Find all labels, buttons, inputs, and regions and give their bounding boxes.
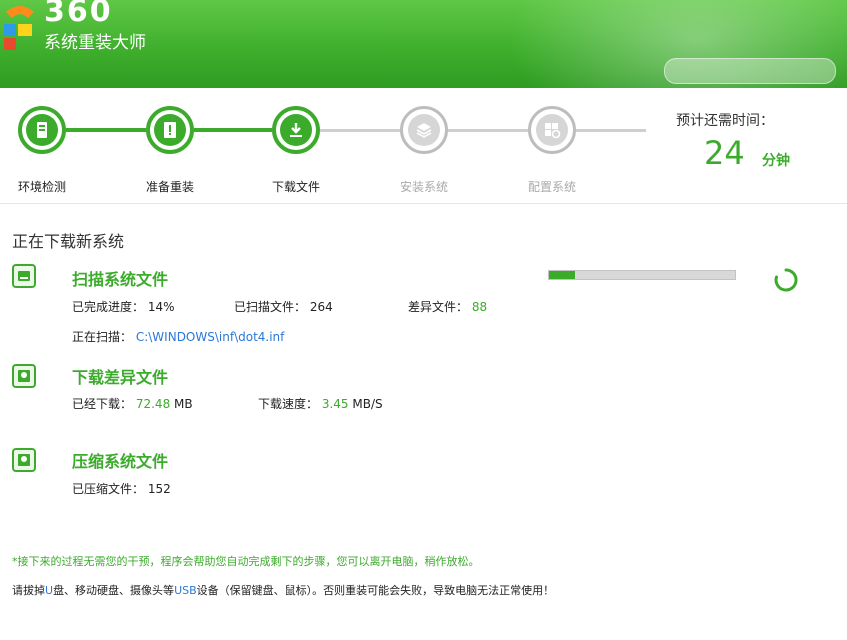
compressed-stats: 已压缩文件： 152 <box>72 480 171 497</box>
brand-title: 系统重装大师 <box>44 33 146 53</box>
step-label: 下载文件 <box>271 180 320 194</box>
layers-icon <box>416 123 432 138</box>
step-label: 环境检测 <box>17 180 66 194</box>
windows-icon <box>545 123 561 139</box>
diff-label: 差异文件： <box>408 300 469 314</box>
downloaded-stats: 已经下载： 72.48 MB <box>72 395 193 412</box>
disk-download-icon <box>12 364 36 388</box>
step-connector <box>66 128 146 132</box>
downloaded-label: 已经下载： <box>72 397 133 411</box>
speed-unit: MB/S <box>352 397 383 411</box>
step-label: 配置系统 <box>527 180 576 194</box>
divider <box>0 203 847 204</box>
notice-relax: *接下来的过程无需您的干预，程序会帮助您自动完成剩下的步骤，您可以离开电脑，稍作… <box>12 555 480 568</box>
document-icon <box>164 122 176 138</box>
remaining-time-value: 24 <box>704 134 745 172</box>
step-label: 安装系统 <box>399 180 448 194</box>
disk-compress-icon <box>12 448 36 472</box>
downloaded-unit: MB <box>174 397 193 411</box>
scanning-label: 正在扫描： <box>72 330 133 344</box>
compressed-label: 已压缩文件： <box>72 482 145 496</box>
scan-progress-bar <box>548 270 736 280</box>
section-title: 正在下载新系统 <box>12 232 125 251</box>
logo-icon <box>4 6 34 50</box>
disk-scan-icon <box>12 264 36 288</box>
scanned-stats: 已扫描文件： 264 <box>234 298 333 315</box>
scanning-path: C:\WINDOWS\inf\dot4.inf <box>135 330 285 344</box>
download-icon <box>290 123 302 137</box>
compressed-value: 152 <box>147 482 171 496</box>
speed-label: 下载速度： <box>258 397 319 411</box>
notice-part: 盘、移动硬盘、摄像头等 <box>53 584 175 597</box>
step-connector <box>576 129 646 132</box>
scanned-value: 264 <box>309 300 333 314</box>
scan-stats: 已完成进度： 14% <box>72 298 175 315</box>
step-configure <box>528 106 576 154</box>
speed-value: 3.45 <box>321 397 349 411</box>
step-connector <box>448 129 528 132</box>
step-env-check <box>18 106 66 154</box>
scanned-label: 已扫描文件： <box>234 300 307 314</box>
loading-spinner-icon <box>774 268 798 292</box>
step-label: 准备重装 <box>145 180 194 194</box>
notice-part: 请拔掉 <box>12 584 45 597</box>
progress-label: 已完成进度： <box>72 300 145 314</box>
brand-number: 360 <box>44 0 113 29</box>
diff-stats: 差异文件： 88 <box>408 298 487 315</box>
notice-warning: 请拔掉U盘、移动硬盘、摄像头等USB设备（保留键盘、鼠标）。否则重装可能会失败，… <box>12 582 554 598</box>
step-prepare <box>146 106 194 154</box>
task-title-compress: 压缩系统文件 <box>72 452 169 471</box>
speed-stats: 下载速度： 3.45 MB/S <box>258 395 383 412</box>
header-pill <box>664 58 836 84</box>
downloaded-value: 72.48 <box>135 397 171 411</box>
diff-value: 88 <box>471 300 488 314</box>
remaining-time-label: 预计还需时间： <box>676 113 774 129</box>
task-title-scan: 扫描系统文件 <box>72 270 169 289</box>
progress-value: 14% <box>147 300 175 314</box>
step-install <box>400 106 448 154</box>
notice-part: USB <box>174 584 197 597</box>
task-title-download: 下载差异文件 <box>72 368 169 387</box>
step-connector <box>194 128 272 132</box>
remaining-time-unit: 分钟 <box>762 153 790 169</box>
app-header: 360 系统重装大师 <box>0 0 847 88</box>
notice-part: U <box>45 584 54 597</box>
notice-part: 设备（保留键盘、鼠标）。否则重装可能会失败，导致电脑无法正常使用！ <box>196 584 555 597</box>
scan-progress-fill <box>549 271 576 279</box>
computer-icon <box>37 122 47 138</box>
scanning-path-row: 正在扫描： C:\WINDOWS\inf\dot4.inf <box>72 328 284 345</box>
step-download <box>272 106 320 154</box>
step-connector <box>320 129 400 132</box>
